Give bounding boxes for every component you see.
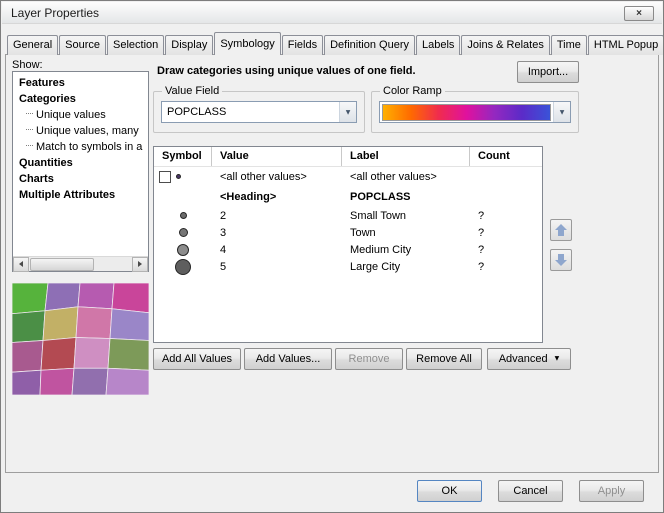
tab-labels[interactable]: Labels [416,35,460,55]
tree-horizontal-scrollbar[interactable] [13,256,148,271]
value-field-selected: POPCLASS [162,106,339,118]
row-value: <all other values> [212,171,342,183]
add-all-values-button[interactable]: Add All Values [153,348,241,370]
column-header-count: Count [470,147,542,166]
sidebar-item-multiple-attributes[interactable]: Multiple Attributes [13,187,148,203]
map-preview-image [12,283,149,395]
symbol-dot-icon[interactable] [176,174,181,179]
values-table: Symbol Value Label Count <all other valu… [153,146,543,343]
table-row[interactable]: 3 Town ? [154,224,542,241]
tab-html-popup[interactable]: HTML Popup [588,35,664,55]
color-ramp-dropdown[interactable]: ▼ [379,101,571,123]
row-value: 5 [212,261,342,273]
row-value: 3 [212,227,342,239]
value-field-group: Value Field POPCLASS ▼ [153,85,365,133]
all-other-values-checkbox[interactable] [159,171,171,183]
symbol-dot-icon[interactable] [177,244,189,256]
title-bar[interactable]: Layer Properties × [2,2,662,24]
move-up-button[interactable] [550,219,572,241]
remove-all-button[interactable]: Remove All [406,348,482,370]
row-value: 2 [212,210,342,222]
value-field-label: Value Field [162,85,222,97]
row-count: ? [470,261,542,273]
import-button[interactable]: Import... [517,61,579,83]
advanced-button-label: Advanced [499,349,548,369]
close-icon[interactable]: × [624,6,654,21]
row-count: ? [470,244,542,256]
color-ramp-group: Color Ramp ▼ [371,85,579,133]
tab-strip: General Source Selection Display Symbolo… [7,32,664,55]
sidebar-item-quantities[interactable]: Quantities [13,155,148,171]
page-title: Draw categories using unique values of o… [157,65,416,77]
table-row[interactable]: 4 Medium City ? [154,241,542,258]
remove-button: Remove [335,348,403,370]
row-label: Large City [342,261,470,273]
up-arrow-icon [555,224,567,236]
advanced-button[interactable]: Advanced ▼ [487,348,571,370]
color-ramp-gradient [382,104,551,121]
ok-button[interactable]: OK [417,480,482,502]
tab-display[interactable]: Display [165,35,213,55]
table-row[interactable]: <Heading> POPCLASS [154,186,542,207]
row-label: Small Town [342,210,470,222]
tab-selection[interactable]: Selection [107,35,164,55]
tab-time[interactable]: Time [551,35,587,55]
show-label: Show: [12,59,43,71]
row-count: ? [470,210,542,222]
add-values-button[interactable]: Add Values... [244,348,332,370]
tab-joins-relates[interactable]: Joins & Relates [461,35,549,55]
column-header-value: Value [212,147,342,166]
down-arrow-icon [555,254,567,266]
scrollbar-thumb[interactable] [30,258,94,271]
tab-general[interactable]: General [7,35,58,55]
color-ramp-label: Color Ramp [380,85,445,97]
symbol-dot-icon[interactable] [179,228,188,237]
tab-fields[interactable]: Fields [282,35,323,55]
move-down-button[interactable] [550,249,572,271]
chevron-down-icon[interactable]: ▼ [339,102,356,122]
symbol-dot-icon[interactable] [175,259,191,275]
window-title: Layer Properties [11,6,99,20]
sidebar-item-features[interactable]: Features [13,75,148,91]
sidebar-item-match-symbols[interactable]: Match to symbols in a [13,139,148,155]
chevron-down-icon: ▼ [555,349,560,369]
row-value: 4 [212,244,342,256]
apply-button: Apply [579,480,644,502]
table-row[interactable]: 2 Small Town ? [154,207,542,224]
table-header: Symbol Value Label Count [154,147,542,167]
sidebar-item-charts[interactable]: Charts [13,171,148,187]
row-value: <Heading> [212,191,342,203]
tab-definition-query[interactable]: Definition Query [324,35,415,55]
show-tree: Features Categories Unique values Unique… [12,71,149,272]
tab-source[interactable]: Source [59,35,106,55]
sidebar-item-categories[interactable]: Categories [13,91,148,107]
layer-properties-dialog: Layer Properties × General Source Select… [0,0,664,513]
cancel-button[interactable]: Cancel [498,480,563,502]
scroll-left-icon[interactable] [13,257,29,272]
row-label: Town [342,227,470,239]
table-row[interactable]: 5 Large City ? [154,258,542,275]
sidebar-item-unique-values[interactable]: Unique values [13,107,148,123]
table-row[interactable]: <all other values> <all other values> [154,167,542,186]
column-header-symbol: Symbol [154,147,212,166]
scroll-right-icon[interactable] [132,257,148,272]
row-label: <all other values> [342,171,470,183]
row-label: POPCLASS [342,191,470,203]
tab-symbology[interactable]: Symbology [214,32,280,55]
row-count: ? [470,227,542,239]
chevron-down-icon[interactable]: ▼ [553,102,570,122]
symbol-dot-icon[interactable] [180,212,187,219]
row-label: Medium City [342,244,470,256]
value-field-dropdown[interactable]: POPCLASS ▼ [161,101,357,123]
column-header-label: Label [342,147,470,166]
sidebar-item-unique-values-many[interactable]: Unique values, many [13,123,148,139]
